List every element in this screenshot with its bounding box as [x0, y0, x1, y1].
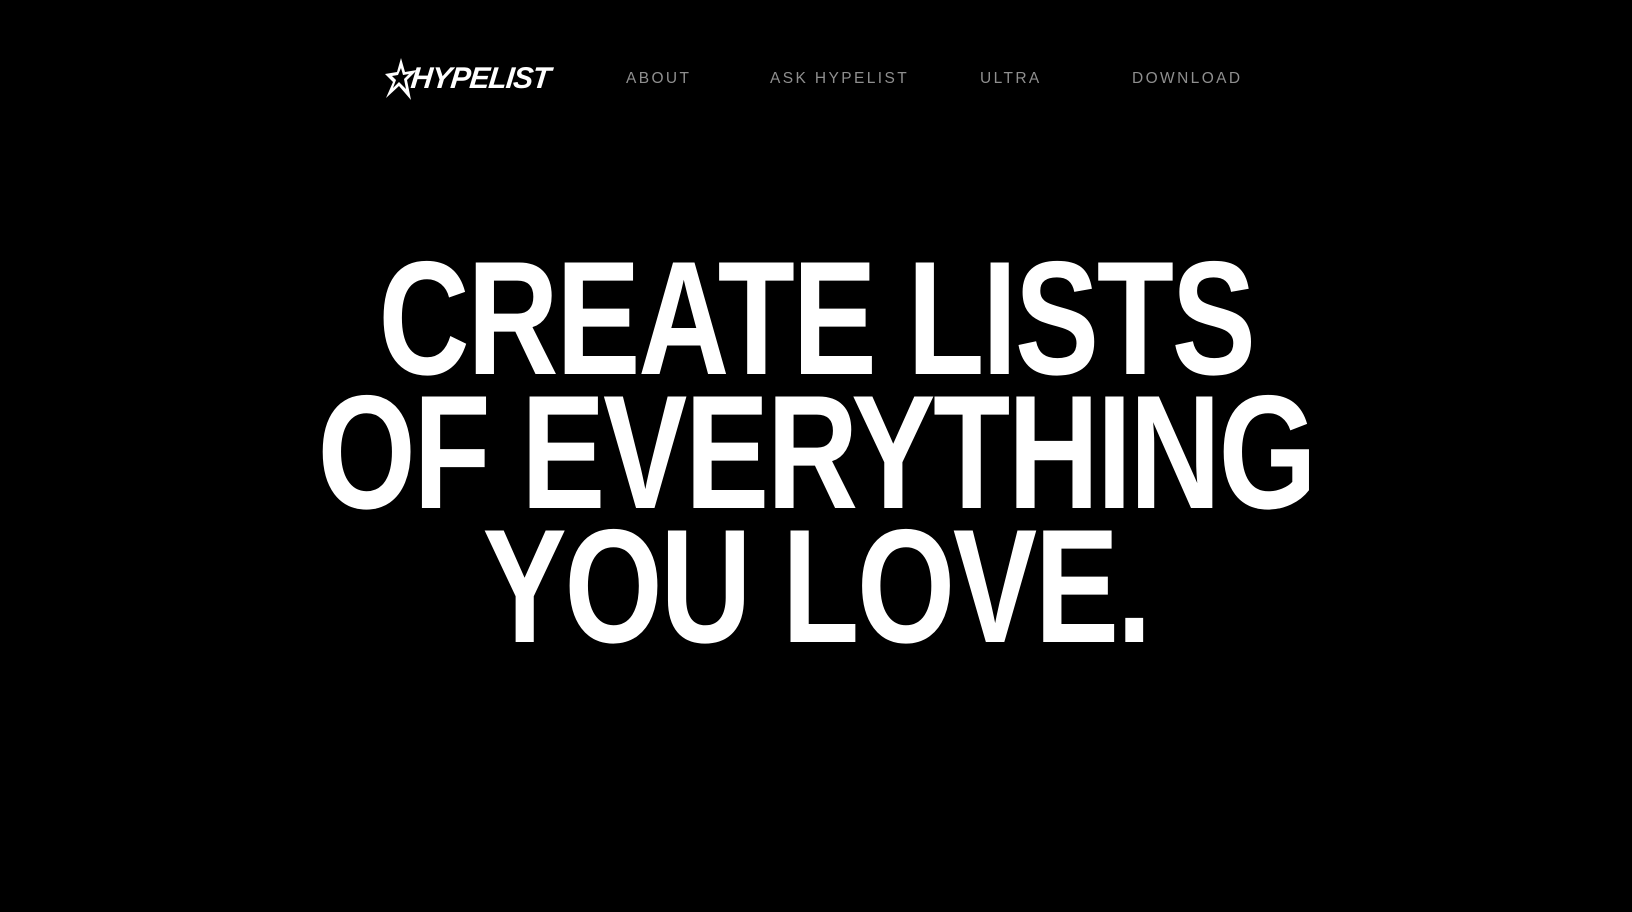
hypelist-logo[interactable]: HYPELIST: [384, 55, 552, 103]
hero-heading: CREATE LISTS OF EVERYTHING YOU LOVE.: [0, 238, 1632, 677]
nav-about[interactable]: ABOUT: [626, 69, 691, 89]
nav-download[interactable]: DOWNLOAD: [1132, 69, 1242, 89]
hero-line-3: YOU LOVE.: [482, 496, 1151, 677]
nav-ultra[interactable]: ULTRA: [980, 69, 1042, 89]
nav-ask-hypelist[interactable]: ASK HYPELIST: [770, 69, 909, 89]
logo-wordmark: HYPELIST: [409, 62, 552, 95]
